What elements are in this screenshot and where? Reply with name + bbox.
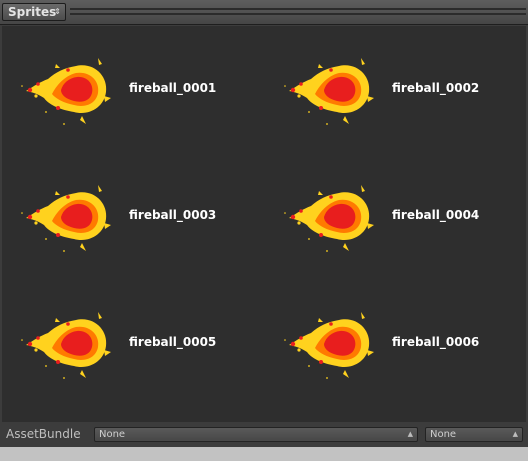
asset-bundle-label: AssetBundle [6, 427, 81, 441]
drag-grip[interactable] [70, 8, 526, 15]
sprite-item[interactable]: fireball_0004 [273, 165, 523, 265]
fireball-icon [21, 312, 111, 379]
sprite-name: fireball_0006 [392, 335, 480, 349]
fireball-icon [284, 58, 374, 125]
fireball-icon [21, 58, 111, 125]
select-arrow-icon: ▲ [512, 430, 518, 438]
asset-variant-value: None [430, 429, 457, 440]
sprite-grid: fireball_0001 fireball_0002 fireball_000… [2, 26, 526, 444]
sprite-item[interactable]: fireball_0005 [10, 292, 260, 392]
asset-bundle-select[interactable]: None ▲ [94, 427, 418, 442]
fireball-icon [284, 185, 374, 252]
sprite-name: fireball_0001 [129, 81, 217, 95]
fireball-icon [284, 312, 374, 379]
sprite-name: fireball_0003 [129, 208, 217, 222]
sprites-window: Sprites ⇕ fireball_0001 fireball_0002 fi… [0, 0, 528, 447]
dropdown-arrow-icon: ⇕ [54, 7, 61, 16]
sprite-item[interactable]: fireball_0001 [10, 38, 260, 138]
asset-bundle-bar: AssetBundle None ▲ None ▲ [0, 424, 528, 445]
asset-bundle-value: None [99, 429, 126, 440]
sprite-item[interactable]: fireball_0003 [10, 165, 260, 265]
asset-variant-select[interactable]: None ▲ [425, 427, 523, 442]
sprite-item[interactable]: fireball_0002 [273, 38, 523, 138]
sprite-name: fireball_0004 [392, 208, 480, 222]
sprite-item[interactable]: fireball_0006 [273, 292, 523, 392]
select-arrow-icon: ▲ [407, 430, 413, 438]
toolbar: Sprites ⇕ [0, 0, 528, 25]
fireball-icon [21, 185, 111, 252]
sprite-name: fireball_0002 [392, 81, 480, 95]
sprites-dropdown-label: Sprites [8, 5, 57, 19]
sprite-name: fireball_0005 [129, 335, 217, 349]
sprites-dropdown[interactable]: Sprites ⇕ [2, 3, 66, 21]
